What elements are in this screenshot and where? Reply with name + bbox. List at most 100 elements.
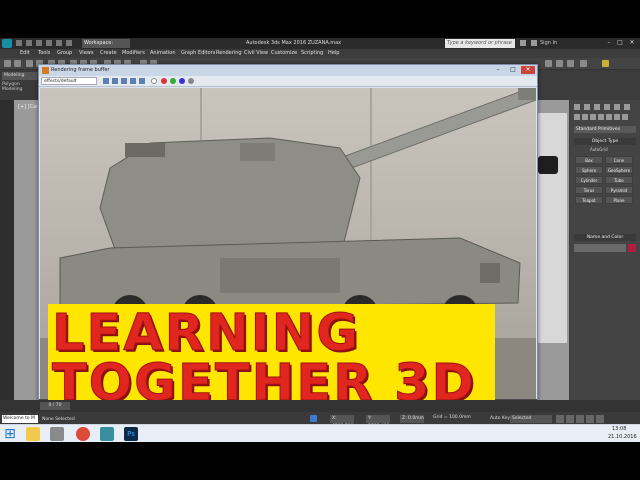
maxscript-listener-input[interactable]: Welcome to M [2, 415, 38, 423]
geometry-icon[interactable] [574, 114, 580, 120]
fb-minimize-button[interactable]: – [491, 66, 505, 74]
new-file-icon[interactable] [16, 40, 22, 46]
go-to-end-icon[interactable] [596, 415, 604, 423]
helpers-icon[interactable] [606, 114, 612, 120]
menu-rendering[interactable]: Rendering [216, 50, 242, 56]
name-and-color-rollout[interactable]: Name and Color [574, 234, 636, 241]
z-coordinate-field[interactable]: Z: 0.0mm [400, 415, 424, 423]
search-input[interactable]: Type a keyword or phrase [445, 39, 515, 48]
media-player-icon[interactable] [50, 427, 64, 441]
search-icon[interactable] [520, 40, 526, 46]
time-slider[interactable]: 0 / 70 [0, 400, 640, 412]
viewcube-icon[interactable] [538, 156, 558, 174]
link-icon[interactable] [26, 60, 33, 67]
channel-toggle-icon[interactable] [151, 78, 157, 84]
lights-icon[interactable] [590, 114, 596, 120]
previous-frame-icon[interactable] [566, 415, 574, 423]
maximize-button[interactable]: □ [615, 39, 625, 47]
plane-button[interactable]: Plane [605, 196, 633, 204]
menu-scripting[interactable]: Scripting [301, 50, 323, 56]
menu-graph-editors[interactable]: Graph Editors [181, 50, 215, 56]
open-file-icon[interactable] [26, 40, 32, 46]
menu-create[interactable]: Create [100, 50, 117, 56]
menu-help[interactable]: Help [328, 50, 339, 56]
cameras-icon[interactable] [598, 114, 604, 120]
auto-key-button[interactable]: Auto Key [490, 416, 510, 421]
material-editor-icon[interactable] [545, 60, 552, 67]
chrome-icon[interactable] [76, 427, 90, 441]
sign-in-link[interactable]: Sign In [540, 40, 557, 46]
green-channel-icon[interactable] [170, 78, 176, 84]
undo-tool-icon[interactable] [4, 60, 11, 67]
photoshop-icon[interactable]: Ps [124, 427, 138, 441]
menu-tools[interactable]: Tools [38, 50, 50, 56]
start-button[interactable]: ⊞ [2, 426, 18, 442]
lock-selection-icon[interactable] [310, 415, 317, 422]
key-mode-select[interactable]: Selected [510, 415, 552, 423]
undo-icon[interactable] [46, 40, 52, 46]
print-image-icon[interactable] [130, 78, 136, 84]
torus-button[interactable]: Torus [575, 186, 603, 194]
hierarchy-tab-icon[interactable] [594, 104, 600, 110]
tube-button[interactable]: Tube [605, 176, 633, 184]
app-logo-icon[interactable] [2, 39, 12, 48]
workspace-select[interactable]: Workspace: Default [82, 39, 130, 55]
motion-tab-icon[interactable] [604, 104, 610, 110]
copy-image-icon[interactable] [112, 78, 118, 84]
utilities-tab-icon[interactable] [624, 104, 630, 110]
shapes-icon[interactable] [582, 114, 588, 120]
cylinder-button[interactable]: Cylinder [575, 176, 603, 184]
save-file-icon[interactable] [36, 40, 42, 46]
systems-icon[interactable] [622, 114, 628, 120]
go-to-start-icon[interactable] [556, 415, 564, 423]
create-tab-icon[interactable] [574, 104, 580, 110]
render-setup-icon[interactable] [556, 60, 563, 67]
object-name-field[interactable] [574, 244, 626, 252]
render-icon[interactable] [580, 60, 587, 67]
fb-close-button[interactable]: ✕ [521, 66, 535, 74]
geosphere-button[interactable]: GeoSphere [605, 166, 633, 174]
save-image-icon[interactable] [103, 78, 109, 84]
modify-tab-icon[interactable] [584, 104, 590, 110]
primitives-dropdown[interactable]: Standard Primitives [574, 126, 636, 133]
display-tab-icon[interactable] [614, 104, 620, 110]
ribbon-polygon-modeling[interactable]: Polygon Modeling [2, 82, 40, 92]
cone-button[interactable]: Cone [605, 156, 633, 164]
y-coordinate-field[interactable]: Y: 5788.409 [366, 415, 390, 429]
x-coordinate-field[interactable]: X: 6588.709 [330, 415, 354, 429]
menu-modifiers[interactable]: Modifiers [122, 50, 145, 56]
menu-customize[interactable]: Customize [271, 50, 297, 56]
alpha-channel-icon[interactable] [188, 78, 194, 84]
file-explorer-icon[interactable] [26, 427, 40, 441]
menu-views[interactable]: Views [79, 50, 93, 56]
box-button[interactable]: Box [575, 156, 603, 164]
render-production-icon[interactable] [602, 60, 609, 67]
redo-icon[interactable] [56, 40, 62, 46]
redo-tool-icon[interactable] [14, 60, 21, 67]
object-color-swatch[interactable] [628, 244, 636, 252]
object-type-rollout[interactable]: Object Type [574, 138, 636, 145]
play-icon[interactable] [576, 415, 584, 423]
frame-buffer-titlebar[interactable]: Rendering frame buffer – □ ✕ [39, 65, 537, 76]
pyramid-button[interactable]: Pyramid [605, 186, 633, 194]
close-button[interactable]: ✕ [627, 39, 637, 47]
spacewarps-icon[interactable] [614, 114, 620, 120]
sphere-button[interactable]: Sphere [575, 166, 603, 174]
fb-maximize-button[interactable]: □ [506, 66, 520, 74]
render-frame-icon[interactable] [567, 60, 574, 67]
blue-channel-icon[interactable] [179, 78, 185, 84]
menu-animation[interactable]: Animation [150, 50, 176, 56]
frame-counter[interactable]: 0 / 70 [40, 402, 70, 410]
clear-image-icon[interactable] [139, 78, 145, 84]
clone-frame-icon[interactable] [121, 78, 127, 84]
tab-modeling[interactable]: Modeling [2, 72, 38, 80]
menu-group[interactable]: Group [57, 50, 72, 56]
project-folder-icon[interactable] [66, 40, 72, 46]
red-channel-icon[interactable] [161, 78, 167, 84]
autogrid-checkbox[interactable]: AutoGrid [590, 147, 608, 152]
teapot-button[interactable]: Teapot [575, 196, 603, 204]
3ds-max-taskbar-icon[interactable] [100, 427, 114, 441]
area-to-render-select[interactable]: effects/default [41, 77, 97, 85]
next-frame-icon[interactable] [586, 415, 594, 423]
minimize-button[interactable]: – [604, 39, 614, 47]
